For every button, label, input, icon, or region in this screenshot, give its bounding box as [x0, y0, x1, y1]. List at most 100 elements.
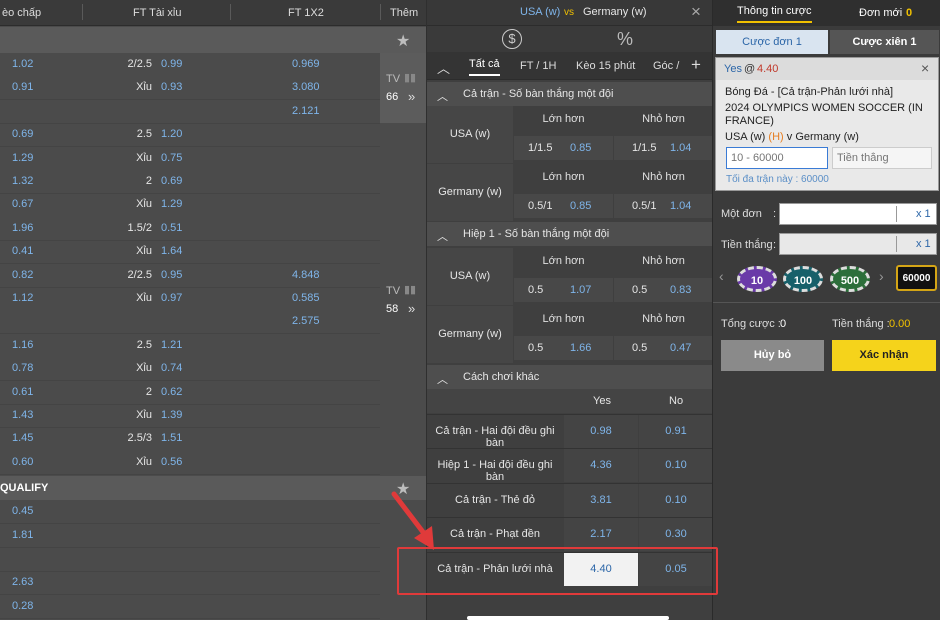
chip-max[interactable]: 60000 [896, 265, 937, 291]
no-odds[interactable]: 0.30 [639, 518, 712, 552]
over-line: 0.5 [528, 284, 544, 296]
under-odds-cell[interactable]: 0.5 0.47 [614, 336, 712, 360]
close-icon[interactable]: × [691, 2, 701, 22]
chip-10[interactable]: 10 [737, 266, 777, 292]
section-ft-team-goals[interactable]: ︿ Cả trận - Số bàn thắng một đội [427, 82, 712, 106]
tv-label: TV [386, 285, 401, 297]
under-odds[interactable]: 0.47 [670, 342, 691, 354]
table-row: 0.45 [0, 500, 380, 524]
single-stake-input[interactable]: x 1 [779, 203, 937, 225]
confirm-button[interactable]: Xác nhận [832, 340, 936, 371]
under-odds-cell[interactable]: 0.5 0.83 [614, 278, 712, 302]
stake-input[interactable] [726, 147, 828, 169]
ou-odds[interactable]: 1.39 [161, 409, 182, 421]
chip-500[interactable]: 500 [830, 266, 870, 292]
1x2-odds[interactable]: 0.969 [292, 58, 320, 70]
add-icon[interactable]: + [691, 55, 701, 75]
yes-odds[interactable]: 4.36 [564, 449, 638, 483]
yes-odds[interactable]: 0.98 [564, 415, 638, 448]
close-icon[interactable]: × [921, 60, 935, 76]
tab-new-bets[interactable]: Đơn mới [859, 7, 902, 19]
ou-line: 2/2.5 [127, 268, 152, 281]
no-odds[interactable]: 0.91 [639, 415, 712, 448]
handicap-odds[interactable]: 2.63 [12, 576, 33, 588]
1x2-odds[interactable]: 2.575 [292, 315, 320, 327]
chevron-right-icon[interactable]: › [879, 268, 884, 284]
tab-ft-1h[interactable]: FT / 1H [520, 60, 556, 72]
chip-100[interactable]: 100 [783, 266, 823, 292]
handicap-odds[interactable]: 0.28 [12, 600, 33, 612]
yes-odds[interactable]: 2.17 [564, 518, 638, 552]
over-odds[interactable]: 1.66 [570, 342, 591, 354]
section-title: Cách chơi khác [463, 371, 540, 383]
yes-odds[interactable]: 4.40 [564, 552, 638, 586]
over-odds-cell[interactable]: 0.5 1.66 [514, 336, 613, 360]
over-odds[interactable]: 1.07 [570, 284, 591, 296]
over-odds-cell[interactable]: 1/1.5 0.85 [514, 136, 613, 160]
ou-odds[interactable]: 0.75 [161, 152, 182, 164]
tab-15min[interactable]: Kèo 15 phút [576, 60, 635, 72]
no-odds[interactable]: 0.10 [639, 483, 712, 517]
tv-box-2[interactable]: TV ▮▮ 58 » [380, 280, 426, 330]
section-1h-team-goals[interactable]: ︿ Hiệp 1 - Số bàn thắng một đội [427, 222, 712, 246]
ou-odds[interactable]: 1.20 [161, 128, 182, 140]
cancel-button[interactable]: Hủy bỏ [721, 340, 824, 371]
parlay-bet-tab[interactable]: Cược xiên 1 [830, 30, 939, 54]
percent-icon[interactable]: % [617, 29, 633, 50]
collapse-icon[interactable]: ︿ [437, 371, 448, 387]
over-odds[interactable]: 0.85 [570, 142, 591, 154]
ou-odds[interactable]: 1.64 [161, 245, 182, 257]
ou-odds[interactable]: 0.97 [161, 292, 182, 304]
1x2-odds[interactable]: 4.848 [292, 269, 320, 281]
over-label: Lớn hơn [542, 255, 585, 267]
no-odds[interactable]: 0.05 [639, 552, 712, 586]
over-odds[interactable]: 0.85 [570, 200, 591, 212]
vs-label: vs [564, 7, 574, 18]
under-odds-cell[interactable]: 1/1.5 1.04 [614, 136, 712, 160]
tab-all[interactable]: Tất cả [469, 58, 500, 76]
ou-odds[interactable]: 0.99 [161, 58, 182, 70]
over-odds-cell[interactable]: 0.5 1.07 [514, 278, 613, 302]
yes-odds[interactable]: 3.81 [564, 483, 638, 517]
ou-odds[interactable]: 1.51 [161, 432, 182, 444]
single-bet-tab[interactable]: Cược đơn 1 [716, 30, 828, 54]
ou-odds[interactable]: 0.74 [161, 362, 182, 374]
bet-ticket: Yes @ 4.40 × Bóng Đá - [Cả trận-Phản lướ… [715, 57, 939, 191]
ou-odds[interactable]: 0.95 [161, 269, 182, 281]
handicap-odds[interactable]: 0.45 [12, 505, 33, 517]
chevron-left-icon[interactable]: ‹ [719, 268, 724, 284]
tab-corners[interactable]: Góc / [653, 60, 679, 72]
ou-odds[interactable]: 0.62 [161, 386, 182, 398]
market-type-row: $ % [427, 26, 712, 52]
1x2-odds[interactable]: 3.080 [292, 81, 320, 93]
1x2-odds[interactable]: 0.585 [292, 292, 320, 304]
ou-odds[interactable]: 0.69 [161, 175, 182, 187]
collapse-icon[interactable]: ︿ [437, 228, 448, 244]
ou-odds[interactable]: 0.93 [161, 81, 182, 93]
over-odds-cell[interactable]: 0.5/1 0.85 [514, 194, 613, 218]
under-odds[interactable]: 1.04 [670, 200, 691, 212]
under-odds-cell[interactable]: 0.5/1 1.04 [614, 194, 712, 218]
scrollbar[interactable] [467, 616, 669, 620]
other-bet-row: Cả trận - Phạt đền 2.17 0.30 [427, 517, 712, 552]
expand-icon[interactable]: » [408, 301, 415, 316]
odds-table-pane: èo chấp FT Tài xỉu FT 1X2 Thêm ★ 1.02 2/2… [0, 0, 426, 620]
tab-bet-info[interactable]: Thông tin cược [737, 5, 812, 23]
no-odds[interactable]: 0.10 [639, 449, 712, 483]
table-row: 0.67 Xỉu 1.29 [0, 193, 380, 217]
ou-odds[interactable]: 1.29 [161, 198, 182, 210]
ou-odds[interactable]: 1.21 [161, 339, 182, 351]
ou-odds[interactable]: 0.51 [161, 222, 182, 234]
collapse-icon[interactable]: ︿ [437, 88, 448, 104]
collapse-all-icon[interactable]: ︿ [437, 58, 450, 77]
money-icon[interactable]: $ [502, 29, 522, 49]
expand-icon[interactable]: » [408, 89, 415, 104]
tv-box-1[interactable]: TV ▮▮ 66 » [380, 53, 426, 123]
ou-odds[interactable]: 0.56 [161, 456, 182, 468]
section-other-bets[interactable]: ︿ Cách chơi khác [427, 365, 712, 389]
handicap-odds[interactable]: 1.81 [12, 529, 33, 541]
under-odds[interactable]: 1.04 [670, 142, 691, 154]
star-icon[interactable]: ★ [396, 31, 410, 51]
under-odds[interactable]: 0.83 [670, 284, 691, 296]
1x2-odds[interactable]: 2.121 [292, 105, 320, 117]
